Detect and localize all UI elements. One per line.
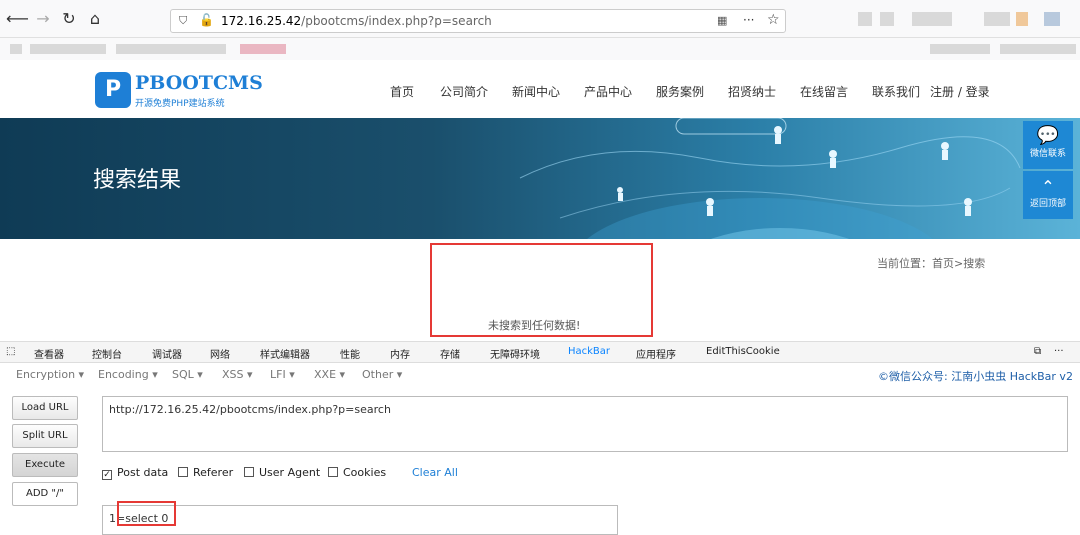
extension-icon[interactable] <box>1016 12 1028 26</box>
logo-name: PBOOTCMS <box>135 72 263 94</box>
devtools-toolbar: ⬚ 查看器 控制台 调试器 网络 样式编辑器 性能 内存 存储 无障碍环境 Ha… <box>0 341 1080 363</box>
tab-hackbar[interactable]: HackBar <box>568 346 610 357</box>
back-to-top-button[interactable]: ⌃ 返回顶部 <box>1023 171 1073 219</box>
logo-tagline: 开源免费PHP建站系统 <box>135 99 225 109</box>
extension-icon[interactable] <box>1044 12 1060 26</box>
load-url-button[interactable]: Load URL <box>12 396 78 420</box>
execute-label: Execute <box>25 459 65 470</box>
insecure-lock-icon: 🔓 <box>199 13 214 27</box>
login-link[interactable]: 注册 / 登录 <box>930 83 990 100</box>
bookmarks-bar <box>0 38 1080 60</box>
hackbar-credit: ©微信公众号: 江南小虫虫 HackBar v2 <box>878 370 1073 383</box>
tab-editthiscookie[interactable]: EditThisCookie <box>706 346 780 357</box>
highlight-box <box>117 501 176 526</box>
cookies-label: Cookies <box>343 466 387 479</box>
bookmark-item[interactable] <box>240 44 286 54</box>
page-banner: 搜索结果 <box>0 118 1080 239</box>
bookmark-item[interactable] <box>116 44 226 54</box>
dock-icon[interactable]: ⧉ <box>1034 346 1041 357</box>
checkbox-icon[interactable] <box>244 467 254 477</box>
add-slash-button[interactable]: ADD "/" <box>12 482 78 506</box>
extension-icon[interactable] <box>912 12 952 26</box>
home-icon[interactable]: ⌂ <box>84 8 106 30</box>
tab-inspector[interactable]: 查看器 <box>34 346 64 361</box>
logo-mark: P <box>95 72 131 108</box>
referer-label: Referer <box>193 466 234 479</box>
clear-all-link[interactable]: Clear All <box>412 466 458 479</box>
tab-storage[interactable]: 存储 <box>440 346 460 361</box>
forward-icon[interactable]: → <box>32 8 54 30</box>
nav-home[interactable]: 首页 <box>390 83 414 100</box>
url-path: /pbootcms/index.php?p=search <box>301 14 492 28</box>
nav-message[interactable]: 在线留言 <box>800 83 848 100</box>
tab-console[interactable]: 控制台 <box>92 346 122 361</box>
post-data-option[interactable]: ✓ Post data <box>102 466 168 480</box>
url-host: 172.16.25.42 <box>221 14 302 28</box>
checkbox-icon[interactable] <box>328 467 338 477</box>
menu-lfi[interactable]: LFI ▾ <box>270 368 295 381</box>
wechat-contact-button[interactable]: 💬 微信联系 <box>1023 121 1073 169</box>
chevron-up-icon: ⌃ <box>1041 177 1055 196</box>
tab-style-editor[interactable]: 样式编辑器 <box>260 346 310 361</box>
tab-debugger[interactable]: 调试器 <box>152 346 182 361</box>
nav-news[interactable]: 新闻中心 <box>512 83 560 100</box>
shield-icon: ⛉ <box>179 14 188 27</box>
back-to-top-label: 返回顶部 <box>1029 199 1066 209</box>
url-textarea[interactable]: http://172.16.25.42/pbootcms/index.php?p… <box>102 396 1068 452</box>
wechat-label: 微信联系 <box>1029 149 1066 159</box>
split-url-label: Split URL <box>22 430 68 441</box>
nav-about[interactable]: 公司简介 <box>440 83 488 100</box>
tab-performance[interactable]: 性能 <box>340 346 360 361</box>
site-logo[interactable]: P PBOOTCMS 开源免费PHP建站系统 <box>95 72 263 110</box>
address-bar[interactable]: ⛉ 🔓 172.16.25.42/pbootcms/index.php?p=se… <box>170 9 786 33</box>
menu-xxe[interactable]: XXE ▾ <box>314 368 345 381</box>
more-icon[interactable]: ··· <box>1054 346 1064 357</box>
cookies-option[interactable]: Cookies <box>328 466 386 479</box>
split-url-button[interactable]: Split URL <box>12 424 78 448</box>
page-actions-icon[interactable]: ··· <box>743 13 754 27</box>
user-agent-option[interactable]: User Agent <box>244 466 320 479</box>
bookmark-star-icon[interactable]: ☆ <box>767 12 780 28</box>
page-title: 搜索结果 <box>93 168 182 193</box>
tab-memory[interactable]: 内存 <box>390 346 410 361</box>
element-picker-icon[interactable]: ⬚ <box>6 346 15 357</box>
bookmark-item[interactable] <box>30 44 106 54</box>
post-data-textarea[interactable]: 1=select 0 <box>102 505 618 535</box>
tab-accessibility[interactable]: 无障碍环境 <box>490 346 540 361</box>
bookmark-item[interactable] <box>1000 44 1076 54</box>
menu-sql[interactable]: SQL ▾ <box>172 368 203 381</box>
qr-code-icon[interactable]: ▦ <box>717 14 727 27</box>
nav-products[interactable]: 产品中心 <box>584 83 632 100</box>
post-data-label: Post data <box>117 466 169 479</box>
add-slash-label: ADD "/" <box>26 488 64 499</box>
execute-button[interactable]: Execute <box>12 453 78 477</box>
user-agent-label: User Agent <box>259 466 321 479</box>
menu-encoding[interactable]: Encoding ▾ <box>98 368 158 381</box>
tab-network[interactable]: 网络 <box>210 346 230 361</box>
browser-toolbar: ⟵ → ↻ ⌂ ⛉ 🔓 172.16.25.42/pbootcms/index.… <box>0 0 1080 38</box>
nav-cases[interactable]: 服务案例 <box>656 83 704 100</box>
bookmark-item[interactable] <box>930 44 990 54</box>
menu-encryption[interactable]: Encryption ▾ <box>16 368 84 381</box>
wechat-icon: 💬 <box>1036 125 1060 146</box>
back-icon[interactable]: ⟵ <box>6 8 29 30</box>
checkbox-checked-icon[interactable]: ✓ <box>102 470 112 480</box>
checkbox-icon[interactable] <box>178 467 188 477</box>
menu-xss[interactable]: XSS ▾ <box>222 368 253 381</box>
breadcrumb[interactable]: 当前位置：首页>搜索 <box>877 255 985 271</box>
nav-jobs[interactable]: 招贤纳士 <box>728 83 776 100</box>
nav-contact[interactable]: 联系我们 <box>872 83 920 100</box>
extension-icon[interactable] <box>858 12 872 26</box>
no-result-message: 未搜索到任何数据! <box>488 319 581 332</box>
reload-icon[interactable]: ↻ <box>58 8 80 30</box>
tab-application[interactable]: 应用程序 <box>636 346 676 361</box>
extension-icon[interactable] <box>984 12 1010 26</box>
bookmark-item[interactable] <box>10 44 22 54</box>
menu-other[interactable]: Other ▾ <box>362 368 402 381</box>
referer-option[interactable]: Referer <box>178 466 233 479</box>
extension-icon[interactable] <box>880 12 894 26</box>
load-url-label: Load URL <box>21 402 69 413</box>
